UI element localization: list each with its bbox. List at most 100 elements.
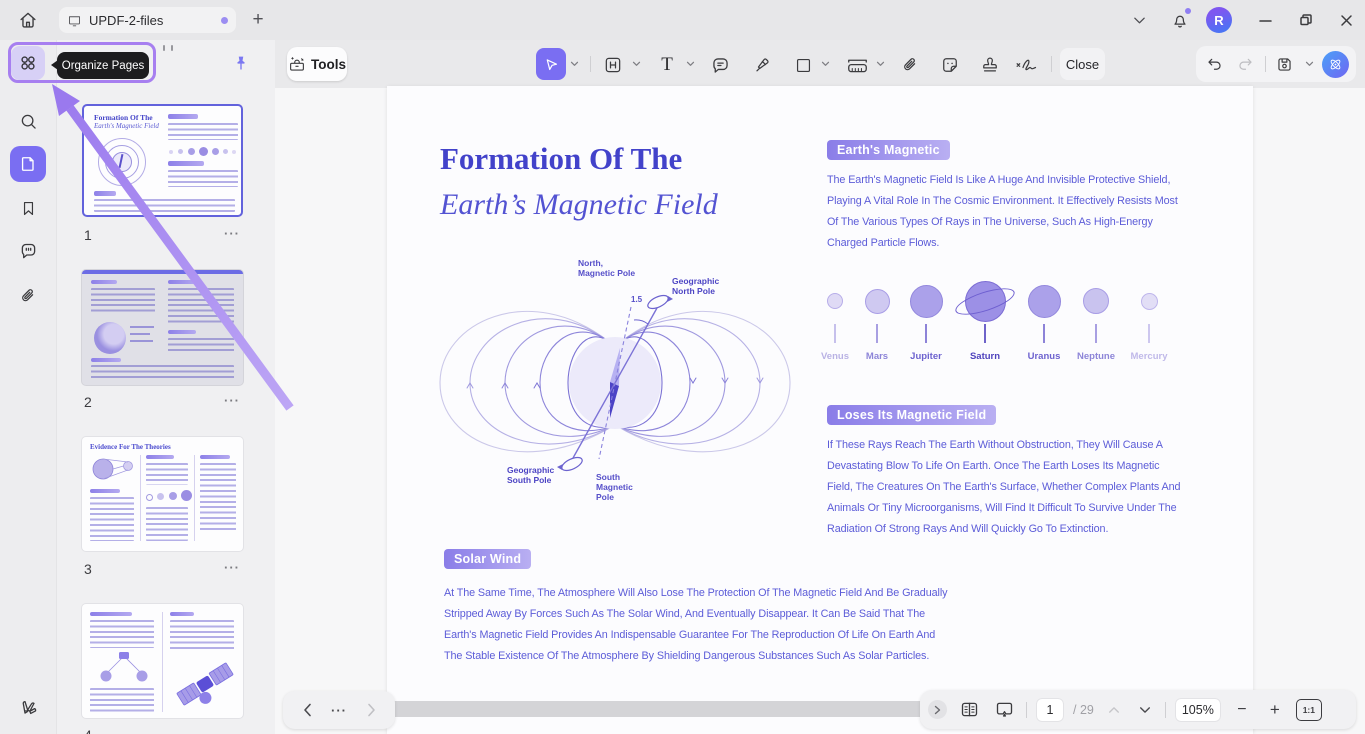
page-thumbnail-4[interactable] xyxy=(82,604,243,718)
planet-tick xyxy=(984,324,986,343)
sidebar-item-attachments[interactable] xyxy=(11,279,45,313)
select-tool-button[interactable] xyxy=(536,48,566,80)
shape-tool-button[interactable] xyxy=(790,52,816,78)
paragraph-solar-wind[interactable]: At The Same Time, The Atmosphere Will Al… xyxy=(444,583,948,667)
attach-tool-button[interactable] xyxy=(897,52,923,78)
zoom-level-input[interactable]: 105% xyxy=(1174,697,1221,722)
select-tool-chevron[interactable] xyxy=(567,57,581,71)
heading-tool-chevron[interactable] xyxy=(629,57,643,71)
tools-button[interactable]: Tools xyxy=(287,47,347,81)
nav-more-menu[interactable]: ··· xyxy=(331,703,347,718)
two-page-view-icon xyxy=(959,699,980,720)
comment-icon xyxy=(18,241,39,262)
sidebar-item-page-thumbnails[interactable] xyxy=(10,146,46,182)
text-tool-button[interactable]: T xyxy=(654,52,680,78)
new-tab-button[interactable]: + xyxy=(246,8,270,32)
zoom-in-icon: + xyxy=(1269,699,1280,719)
thumb3-more-menu[interactable]: ··· xyxy=(224,560,240,575)
thumb2-more-menu[interactable]: ··· xyxy=(224,393,240,408)
organize-pages-grid-icon xyxy=(18,53,38,73)
signature-tool-button[interactable] xyxy=(1012,52,1044,78)
home-button[interactable] xyxy=(14,6,42,34)
measure-tool-button[interactable] xyxy=(842,52,872,78)
pin-panel-button[interactable] xyxy=(228,50,254,76)
next-view-button[interactable] xyxy=(361,700,381,720)
sidebar-item-comments[interactable] xyxy=(11,234,45,268)
thumb1-page-number: 1 xyxy=(84,227,92,243)
planet-jupiter[interactable]: Jupiter xyxy=(896,270,956,370)
zoom-out-button[interactable]: − xyxy=(1230,698,1254,722)
planet-tick xyxy=(1148,324,1150,343)
collapse-statusbar-button[interactable] xyxy=(928,700,947,719)
save-button[interactable] xyxy=(1272,52,1296,76)
horizontal-scrollbar[interactable] xyxy=(322,701,934,717)
doc-title-line2[interactable]: Earth’s Magnetic Field xyxy=(440,188,718,222)
document-tab[interactable]: UPDF-2-files xyxy=(59,7,236,33)
label-north-magnetic-pole[interactable]: North, Magnetic Pole xyxy=(578,258,635,278)
sidebar-rail xyxy=(0,40,57,734)
signature-icon xyxy=(1014,55,1042,75)
section-badge-solar-wind[interactable]: Solar Wind xyxy=(444,549,532,569)
prev-view-button[interactable] xyxy=(297,700,317,720)
page-thumbnail-1[interactable]: Formation Of The Earth's Magnetic Field xyxy=(82,104,243,217)
presentation-mode-button[interactable] xyxy=(991,697,1017,723)
planet-circle xyxy=(1027,284,1061,318)
panel-drag-handle[interactable] xyxy=(163,44,179,52)
page-layout-button[interactable] xyxy=(956,697,982,723)
ai-assistant-button[interactable] xyxy=(1322,50,1350,78)
heading-tool-button[interactable] xyxy=(600,52,626,78)
sidebar-item-reader-mode[interactable] xyxy=(11,692,45,726)
notification-dot xyxy=(1185,8,1191,14)
highlighter-tool-button[interactable] xyxy=(749,52,775,78)
zoom-in-button[interactable]: + xyxy=(1263,698,1287,722)
zoom-out-icon: − xyxy=(1237,700,1247,718)
comment-tool-button[interactable] xyxy=(707,52,733,78)
previous-page-button[interactable] xyxy=(1103,700,1125,720)
label-axis-angle[interactable]: 1.5 xyxy=(631,295,642,305)
search-icon xyxy=(18,111,39,132)
page-thumbnails-icon xyxy=(18,154,38,174)
label-geographic-north-pole[interactable]: Geographic North Pole xyxy=(672,276,719,296)
notifications-button[interactable] xyxy=(1168,8,1192,32)
save-options-chevron[interactable] xyxy=(1303,57,1315,71)
planet-uranus[interactable]: Uranus xyxy=(1014,270,1074,370)
toolbox-icon xyxy=(288,55,306,73)
sidebar-item-search[interactable] xyxy=(11,104,45,138)
close-editor-button[interactable]: Close xyxy=(1060,48,1105,80)
page-thumbnail-2[interactable] xyxy=(82,270,243,385)
page-number-input[interactable]: 1 xyxy=(1036,697,1064,722)
planet-mercury[interactable]: Mercury xyxy=(1119,270,1179,370)
sidebar-item-organize-pages[interactable] xyxy=(11,46,45,80)
stamp-tool-button[interactable] xyxy=(977,52,1003,78)
label-geographic-south-pole[interactable]: Geographic South Pole xyxy=(507,465,554,485)
ai-assistant-icon xyxy=(1327,56,1344,73)
planet-saturn[interactable]: Saturn xyxy=(952,270,1018,370)
page-thumbnail-3[interactable]: Evidence For The Theories xyxy=(82,437,243,551)
thumb3-page-number: 3 xyxy=(84,561,92,577)
paragraph-earths-magnetic[interactable]: The Earth's Magnetic Field Is Like A Hug… xyxy=(827,170,1178,254)
next-page-button[interactable] xyxy=(1134,700,1156,720)
doc-title-line1[interactable]: Formation Of The xyxy=(440,141,682,177)
close-window-button[interactable] xyxy=(1334,8,1358,32)
measure-tool-chevron[interactable] xyxy=(873,57,887,71)
planets-row[interactable]: Venus Mars Jupiter Saturn Uranus Neptune Mercu… xyxy=(815,270,1167,370)
text-tool-chevron[interactable] xyxy=(683,57,697,71)
account-avatar[interactable]: R xyxy=(1206,7,1232,33)
shape-tool-chevron[interactable] xyxy=(818,57,832,71)
label-south-magnetic-pole[interactable]: South Magnetic Pole xyxy=(596,472,633,502)
section-badge-earths-magnetic[interactable]: Earth's Magnetic xyxy=(827,140,950,160)
thumb1-more-menu[interactable]: ··· xyxy=(224,226,240,241)
undo-button[interactable] xyxy=(1203,52,1227,76)
planet-tick xyxy=(1095,324,1097,343)
maximize-restore-button[interactable] xyxy=(1294,8,1318,32)
cursor-icon xyxy=(543,56,560,73)
planet-neptune[interactable]: Neptune xyxy=(1066,270,1126,370)
redo-button[interactable] xyxy=(1234,52,1258,76)
sidebar-item-bookmarks[interactable] xyxy=(11,191,45,225)
minimize-button[interactable] xyxy=(1253,8,1277,32)
titlebar-chevron-down[interactable] xyxy=(1128,10,1150,30)
section-badge-loses-field[interactable]: Loses Its Magnetic Field xyxy=(827,405,997,425)
paragraph-loses-field[interactable]: If These Rays Reach The Earth Without Ob… xyxy=(827,435,1181,540)
sticker-tool-button[interactable] xyxy=(937,52,963,78)
actual-size-button[interactable]: 1:1 xyxy=(1295,698,1322,721)
